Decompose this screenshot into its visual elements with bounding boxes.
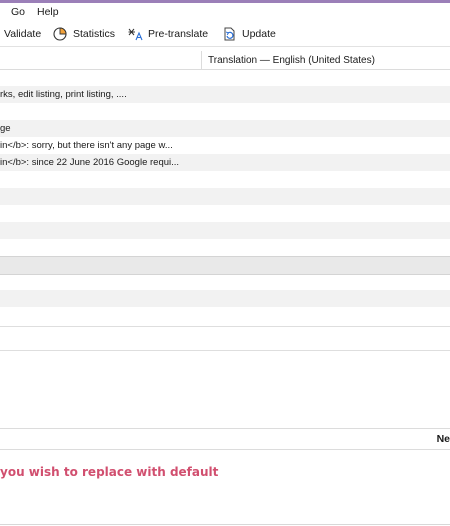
- update-label: Update: [242, 28, 276, 40]
- statistics-label: Statistics: [73, 28, 116, 40]
- table-row[interactable]: [0, 222, 450, 239]
- menu-bar: Go Help: [0, 3, 450, 20]
- translate-icon: [128, 27, 143, 41]
- update-button[interactable]: Update: [222, 26, 276, 42]
- column-header-row: Translation — English (United States): [0, 51, 450, 70]
- table-row[interactable]: [0, 239, 450, 256]
- table-row[interactable]: [0, 290, 450, 307]
- table-row[interactable]: in</b>: since 22 June 2016 Google requi.…: [0, 154, 450, 171]
- table-row[interactable]: rks, edit listing, print listing, ....: [0, 86, 450, 103]
- menu-help[interactable]: Help: [37, 6, 59, 18]
- source-panel-divider: [0, 350, 450, 351]
- warning-message: you wish to replace with default: [0, 465, 219, 479]
- table-row[interactable]: [0, 69, 450, 86]
- table-row[interactable]: [0, 171, 450, 188]
- pretranslate-label: Pre-translate: [148, 28, 209, 40]
- table-row[interactable]: [0, 273, 450, 290]
- pie-chart-icon: [53, 27, 67, 41]
- table-row[interactable]: ge: [0, 120, 450, 137]
- validate-button[interactable]: Validate: [4, 26, 41, 42]
- statistics-button[interactable]: Statistics: [53, 26, 115, 42]
- menu-go[interactable]: Go: [11, 6, 25, 18]
- details-column-header[interactable]: Ne: [437, 433, 450, 445]
- table-row[interactable]: [0, 188, 450, 205]
- table-row[interactable]: [0, 307, 450, 324]
- details-header: Ne: [0, 428, 450, 450]
- validate-label: Validate: [4, 28, 42, 40]
- bottom-divider: [0, 524, 450, 525]
- translation-column-header[interactable]: Translation — English (United States): [201, 51, 450, 69]
- refresh-document-icon: [222, 27, 236, 41]
- table-row[interactable]: [0, 103, 450, 120]
- list-bottom-divider: [0, 326, 450, 327]
- table-row[interactable]: [0, 205, 450, 222]
- toolbar: Validate Statistics Pre-translate Update: [0, 20, 450, 47]
- pretranslate-button[interactable]: Pre-translate: [128, 26, 208, 42]
- table-row[interactable]: in</b>: sorry, but there isn't any page …: [0, 137, 450, 154]
